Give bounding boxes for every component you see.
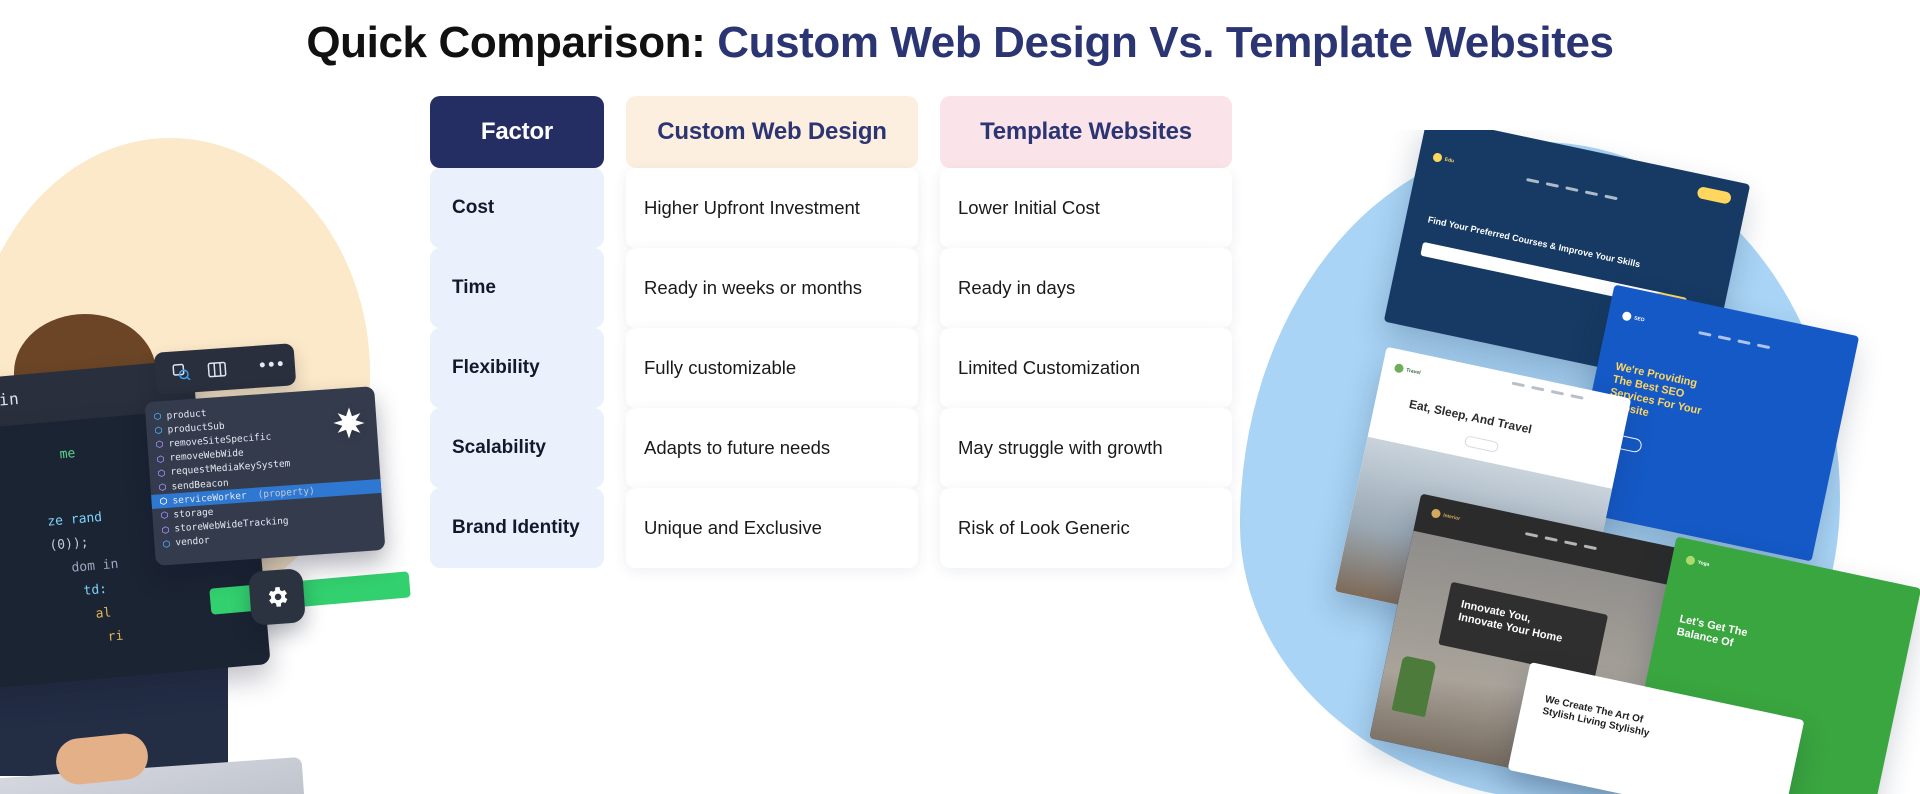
- comparison-infographic: Quick Comparison: Custom Web Design Vs. …: [0, 0, 1920, 794]
- property-cube-icon: [156, 455, 165, 464]
- page-title-accent: Custom Web Design Vs. Template Websites: [717, 18, 1614, 67]
- property-cube-icon: [157, 469, 166, 478]
- header-cell-factor: Factor: [430, 96, 604, 168]
- page-title-lead: Quick Comparison:: [306, 18, 718, 67]
- table-row: Flexibility Fully customizable Limited C…: [430, 328, 1232, 408]
- row-template-value: Risk of Look Generic: [940, 488, 1232, 568]
- property-cube-icon: [160, 511, 169, 520]
- gear-icon: [268, 587, 288, 607]
- page-title: Quick Comparison: Custom Web Design Vs. …: [0, 12, 1920, 74]
- mockup-logo: Travel: [1393, 362, 1422, 377]
- code-line: ri: [107, 628, 124, 645]
- property-cube-icon: [161, 525, 170, 534]
- autocomplete-label: vendor: [175, 535, 211, 549]
- table-row: Time Ready in weeks or months Ready in d…: [430, 248, 1232, 328]
- autocomplete-label: storage: [173, 506, 214, 521]
- mockup-logo: Edu: [1432, 152, 1455, 165]
- row-factor-label: Time: [430, 248, 604, 328]
- row-template-value: May struggle with growth: [940, 408, 1232, 488]
- autocomplete-label: product: [166, 407, 207, 422]
- code-line: dom in: [70, 556, 120, 576]
- more-options-icon[interactable]: [259, 360, 283, 368]
- sparkle-icon: [332, 406, 366, 440]
- table-header-row: Factor Custom Web Design Template Websit…: [430, 96, 1232, 168]
- header-cell-custom-web-design: Custom Web Design: [626, 96, 918, 168]
- split-layout-icon[interactable]: [206, 359, 227, 380]
- row-factor-label: Scalability: [430, 408, 604, 488]
- table-row: Scalability Adapts to future needs May s…: [430, 408, 1232, 488]
- mockup-nav: [1524, 532, 1597, 551]
- code-line: (0));: [48, 535, 90, 554]
- row-template-value: Limited Customization: [940, 328, 1232, 408]
- code-file-name: models.in: [0, 388, 20, 416]
- mockup-nav: [1698, 331, 1771, 350]
- table-row: Brand Identity Unique and Exclusive Risk…: [430, 488, 1232, 568]
- row-custom-value: Higher Upfront Investment: [626, 168, 918, 248]
- search-code-icon[interactable]: [170, 361, 191, 382]
- code-line: me: [58, 446, 76, 463]
- comparison-table: Factor Custom Web Design Template Websit…: [430, 96, 1232, 568]
- row-factor-label: Brand Identity: [430, 488, 604, 568]
- mockup-logo: Interior: [1430, 508, 1461, 523]
- property-cube-icon: [162, 540, 171, 549]
- settings-gear-button[interactable]: [248, 568, 306, 626]
- mockup-logo: Yoga: [1685, 555, 1710, 569]
- mockup-logo: SEO: [1621, 310, 1645, 324]
- property-cube-icon: [154, 426, 163, 435]
- mockup-headline: Let's Get The Balance Of: [1675, 613, 1749, 650]
- mockup-cta-button[interactable]: [1463, 435, 1500, 454]
- property-cube-icon: [155, 440, 164, 449]
- mockup-nav: [1526, 177, 1618, 201]
- property-cube-icon: [158, 483, 167, 492]
- row-template-value: Lower Initial Cost: [940, 168, 1232, 248]
- row-custom-value: Ready in weeks or months: [626, 248, 918, 328]
- developer-illustration: models.in 1 va 2 ze rand (0)); dom in td…: [0, 120, 430, 794]
- mockup-cta-button[interactable]: [1696, 185, 1733, 205]
- property-cube-icon: [159, 497, 168, 506]
- code-line: al: [95, 605, 112, 622]
- table-row: Cost Higher Upfront Investment Lower Ini…: [430, 168, 1232, 248]
- row-custom-value: Unique and Exclusive: [626, 488, 918, 568]
- row-factor-label: Cost: [430, 168, 604, 248]
- template-websites-illustration: Edu Find Your Preferred Courses & Improv…: [1240, 130, 1920, 794]
- code-line: ze rand: [46, 509, 103, 530]
- row-factor-label: Flexibility: [430, 328, 604, 408]
- header-cell-template-websites: Template Websites: [940, 96, 1232, 168]
- mockup-headline: We Create The Art Of Stylish Living Styl…: [1541, 694, 1651, 740]
- mockup-headline: Innovate You, Innovate Your Home: [1457, 598, 1564, 645]
- mockup-headline: Eat, Sleep, And Travel: [1407, 396, 1534, 437]
- row-custom-value: Adapts to future needs: [626, 408, 918, 488]
- property-cube-icon: [153, 412, 162, 421]
- code-line: td:: [82, 581, 108, 599]
- row-template-value: Ready in days: [940, 248, 1232, 328]
- row-custom-value: Fully customizable: [626, 328, 918, 408]
